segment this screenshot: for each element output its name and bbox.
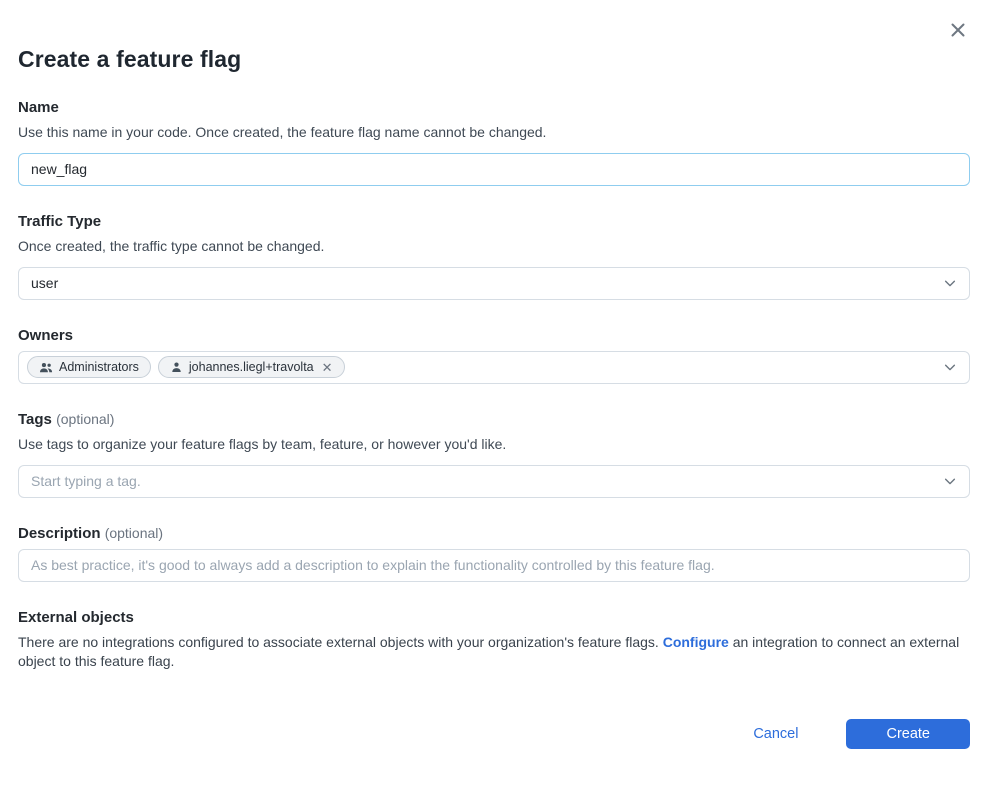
tags-placeholder: Start typing a tag. [31, 473, 141, 489]
traffic-type-field-group: Traffic Type Once created, the traffic t… [18, 213, 970, 300]
description-label: Description (optional) [18, 525, 970, 542]
tags-helper-text: Use tags to organize your feature flags … [18, 435, 970, 454]
tags-optional-text: (optional) [56, 411, 114, 427]
owners-select[interactable]: Administrators johannes.liegl+travolta ✕ [18, 351, 970, 384]
close-button[interactable] [944, 16, 972, 44]
external-objects-text-before: There are no integrations configured to … [18, 634, 663, 650]
description-label-text: Description [18, 525, 101, 542]
tags-label: Tags (optional) [18, 411, 970, 428]
page-title: Create a feature flag [18, 46, 970, 73]
description-optional-text: (optional) [105, 525, 163, 541]
external-objects-text: There are no integrations configured to … [18, 633, 970, 672]
traffic-type-label: Traffic Type [18, 213, 970, 230]
traffic-type-select[interactable]: user [18, 267, 970, 300]
owner-chip-administrators[interactable]: Administrators [27, 356, 151, 378]
modal-footer: Cancel Create [18, 719, 970, 788]
external-objects-section: External objects There are no integratio… [18, 609, 970, 672]
chevron-down-icon [943, 474, 957, 488]
owner-chip-label: johannes.liegl+travolta [189, 360, 314, 374]
tags-field-group: Tags (optional) Use tags to organize you… [18, 411, 970, 498]
name-input[interactable] [18, 153, 970, 186]
name-field-group: Name Use this name in your code. Once cr… [18, 99, 970, 186]
cancel-button[interactable]: Cancel [751, 720, 800, 748]
traffic-type-helper-text: Once created, the traffic type cannot be… [18, 237, 970, 256]
tags-label-text: Tags [18, 411, 52, 428]
tags-select[interactable]: Start typing a tag. [18, 465, 970, 498]
configure-link[interactable]: Configure [663, 634, 729, 650]
description-field-group: Description (optional) [18, 525, 970, 582]
chevron-down-icon [943, 360, 957, 374]
create-button[interactable]: Create [846, 719, 970, 749]
chevron-down-icon [943, 276, 957, 290]
create-feature-flag-modal: Create a feature flag Name Use this name… [0, 0, 988, 763]
description-input[interactable] [18, 549, 970, 582]
name-helper-text: Use this name in your code. Once created… [18, 123, 970, 142]
remove-owner-icon[interactable]: ✕ [322, 361, 333, 374]
name-label: Name [18, 99, 970, 116]
owner-chip-user[interactable]: johannes.liegl+travolta ✕ [158, 356, 345, 378]
owners-label: Owners [18, 327, 970, 344]
person-icon [170, 361, 183, 374]
traffic-type-selected-value: user [31, 275, 58, 291]
external-objects-label: External objects [18, 609, 970, 626]
close-icon [948, 20, 968, 40]
group-icon [39, 361, 53, 374]
owners-field-group: Owners Administrators [18, 327, 970, 384]
owner-chip-label: Administrators [59, 360, 139, 374]
